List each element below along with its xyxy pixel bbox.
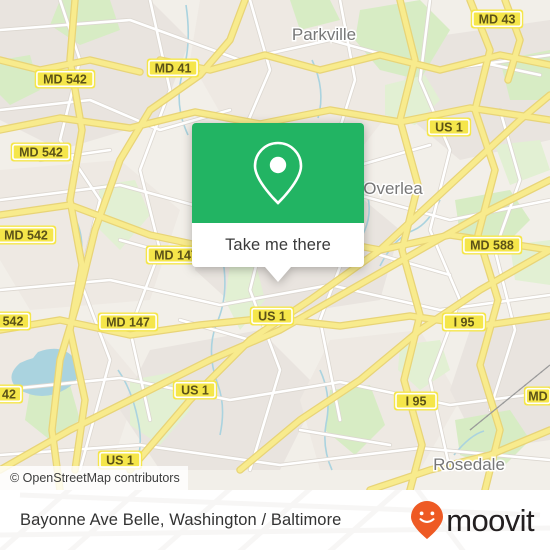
road-shield-label: I 95	[454, 316, 475, 330]
road-shield-label: US 1	[258, 310, 286, 324]
road-shield-label: MD 41	[155, 62, 192, 76]
osm-attribution[interactable]: © OpenStreetMap contributors	[0, 466, 188, 490]
road-shield: US 1	[426, 117, 472, 137]
road-shield: MD	[523, 386, 550, 406]
road-shield: MD 542	[0, 225, 57, 245]
road-shield-label: MD 43	[479, 13, 516, 27]
road-shield: MD 43	[470, 9, 524, 29]
road-shield: MD 542	[34, 69, 96, 89]
road-shield: US 1	[249, 306, 295, 326]
map-place-label: Parkville	[292, 25, 356, 44]
road-shield: MD 588	[461, 235, 523, 255]
map-place-label: Overlea	[363, 179, 423, 198]
road-shield: MD 41	[146, 58, 200, 78]
footer-bar: Bayonne Ave Belle, Washington / Baltimor…	[0, 490, 550, 550]
popup-footer[interactable]: Take me there	[192, 223, 364, 282]
road-shield: US 1	[172, 380, 218, 400]
road-shield-label: MD 147	[106, 316, 150, 330]
moovit-smiley-pin-icon	[411, 501, 444, 539]
map-canvas[interactable]: .grn { fill:#d7ecc4; } .grn2 { fill:#e2f…	[0, 0, 550, 490]
location-popup[interactable]: Take me there	[192, 123, 364, 282]
map-pin-icon	[253, 141, 303, 205]
road-shield-label: 42	[2, 388, 16, 402]
road-shield-label: MD 542	[4, 229, 48, 243]
road-shield-label: MD 542	[19, 146, 63, 160]
road-shield: I 95	[393, 391, 439, 411]
moovit-map-screenshot: .grn { fill:#d7ecc4; } .grn2 { fill:#e2f…	[0, 0, 550, 550]
osm-attribution-text: © OpenStreetMap contributors	[10, 471, 180, 485]
moovit-logo[interactable]: moovit	[410, 490, 535, 550]
road-shield: 542	[0, 311, 32, 331]
road-shield: I 95	[441, 312, 487, 332]
road-shield: MD 542	[10, 142, 72, 162]
road-shield-label: US 1	[435, 121, 463, 135]
moovit-wordmark: moovit	[446, 502, 534, 538]
take-me-there-label: Take me there	[225, 235, 331, 254]
map-place-label: Rosedale	[433, 455, 505, 474]
popup-header	[192, 123, 364, 223]
road-shield-label: 542	[3, 315, 24, 329]
road-shield-label: MD	[528, 390, 547, 404]
road-shield-label: US 1	[181, 384, 209, 398]
road-shield-label: I 95	[406, 395, 427, 409]
road-shield: 42	[0, 384, 24, 404]
road-shield-label: MD 542	[43, 73, 87, 87]
popup-tail	[265, 267, 291, 282]
location-title: Bayonne Ave Belle, Washington / Baltimor…	[20, 510, 342, 529]
road-shield-label: MD 588	[470, 239, 514, 253]
road-shield: MD 147	[97, 312, 159, 332]
